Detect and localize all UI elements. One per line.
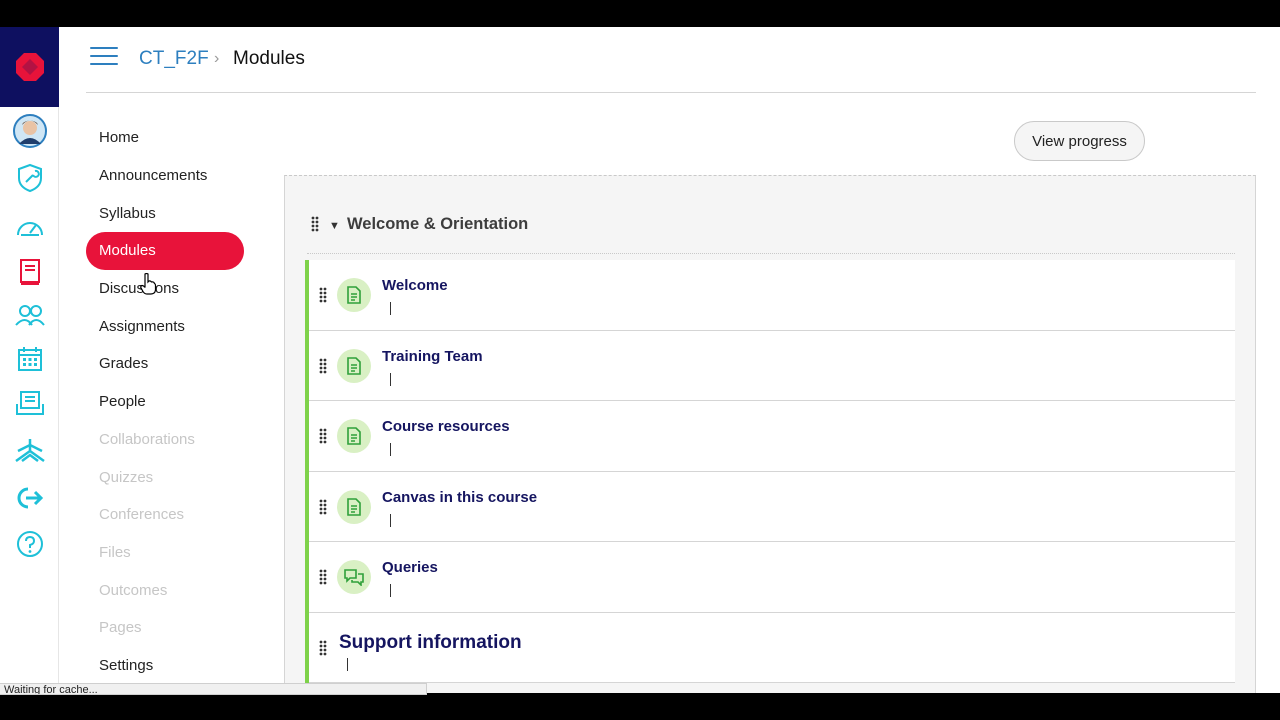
drag-handle-icon[interactable]: [319, 358, 327, 379]
module-item[interactable]: Welcome: [309, 260, 1235, 331]
drag-handle-icon[interactable]: [311, 216, 319, 232]
drag-handle-icon[interactable]: [319, 287, 327, 308]
drag-handle-icon[interactable]: [319, 640, 327, 661]
browser-viewport: CT_F2F › Modules Home Announcements Syll…: [0, 27, 1280, 693]
module-header[interactable]: ▼ Welcome & Orientation: [285, 176, 1257, 254]
module-subheader[interactable]: Support information: [309, 613, 1235, 683]
admin-nav[interactable]: [0, 158, 59, 198]
course-nav-outcomes[interactable]: Outcomes: [86, 571, 256, 609]
collapse-caret-icon[interactable]: ▼: [329, 220, 340, 232]
course-nav-collaborations[interactable]: Collaborations: [86, 421, 256, 459]
global-navigation: [0, 27, 59, 693]
module-item[interactable]: Canvas in this course: [309, 472, 1235, 542]
course-nav-announcements[interactable]: Announcements: [86, 157, 256, 195]
courses-nav[interactable]: [0, 252, 59, 292]
module-items-list: Welcome Training Team Course resources Canv…: [305, 260, 1235, 683]
institution-logo[interactable]: [0, 27, 59, 107]
course-navigation: Home Announcements Syllabus Modules Disc…: [86, 119, 256, 684]
logout-arrow-icon: [17, 487, 43, 509]
drag-handle-icon[interactable]: [319, 499, 327, 520]
view-progress-button[interactable]: View progress: [1014, 121, 1145, 161]
course-nav-quizzes[interactable]: Quizzes: [86, 458, 256, 496]
breadcrumb-current: Modules: [233, 48, 305, 69]
module-item-title[interactable]: Welcome: [382, 277, 448, 294]
inbox-nav[interactable]: [0, 383, 59, 423]
course-nav-assignments[interactable]: Assignments: [86, 307, 256, 345]
inbox-icon: [15, 391, 44, 415]
commons-nav[interactable]: [0, 430, 59, 470]
browser-status-bar: Waiting for cache...: [0, 683, 427, 695]
drag-handle-icon[interactable]: [319, 428, 327, 449]
course-nav-home[interactable]: Home: [86, 119, 256, 157]
drag-handle-icon[interactable]: [319, 569, 327, 590]
item-details-separator: [390, 584, 391, 597]
page-icon: [337, 419, 371, 453]
course-nav-conferences[interactable]: Conferences: [86, 496, 256, 534]
course-nav-discussions[interactable]: Discussions: [86, 270, 256, 308]
course-nav-modules[interactable]: Modules: [86, 232, 244, 270]
course-nav-people[interactable]: People: [86, 383, 256, 421]
page-icon: [337, 278, 371, 312]
course-nav-settings[interactable]: Settings: [86, 647, 256, 685]
module-title: Welcome & Orientation: [347, 215, 529, 233]
item-details-separator: [347, 657, 348, 671]
book-icon: [19, 259, 40, 285]
hamburger-menu-icon[interactable]: [90, 47, 118, 71]
module-subheader-title: Support information: [339, 631, 522, 653]
calendar-icon: [17, 347, 42, 371]
account-avatar[interactable]: [0, 111, 59, 151]
module-item-title[interactable]: Canvas in this course: [382, 489, 537, 506]
page-icon: [337, 489, 371, 524]
module-item-title[interactable]: Queries: [382, 559, 438, 576]
item-details-separator: [390, 372, 391, 386]
module-divider: [307, 253, 1235, 254]
module-item[interactable]: Course resources: [309, 401, 1235, 472]
item-details-separator: [390, 302, 391, 315]
help-nav[interactable]: [0, 524, 59, 564]
groups-nav[interactable]: [0, 295, 59, 335]
course-nav-grades[interactable]: Grades: [86, 345, 256, 383]
people-icon: [14, 305, 45, 326]
breadcrumb-separator: ›: [214, 50, 220, 67]
module-container: ▼ Welcome & Orientation Welcome Training …: [284, 175, 1256, 693]
page-icon: [337, 348, 371, 383]
module-item[interactable]: Training Team: [309, 331, 1235, 401]
dashboard-nav[interactable]: [0, 207, 59, 247]
page-header: CT_F2F › Modules: [86, 27, 1256, 93]
item-details-separator: [390, 513, 391, 527]
breadcrumb-course-link[interactable]: CT_F2F: [139, 48, 209, 70]
shield-wrench-icon: [17, 163, 42, 193]
module-item-title[interactable]: Training Team: [382, 348, 483, 365]
module-item[interactable]: Queries: [309, 542, 1235, 613]
course-nav-pages[interactable]: Pages: [86, 609, 256, 647]
item-details-separator: [390, 443, 391, 456]
commons-icon: [14, 439, 45, 463]
speedometer-icon: [16, 222, 43, 236]
course-nav-syllabus[interactable]: Syllabus: [86, 194, 256, 232]
calendar-nav[interactable]: [0, 339, 59, 379]
hand-pointer-cursor-icon: [140, 273, 156, 295]
discussion-icon: [337, 560, 371, 594]
course-nav-files[interactable]: Files: [86, 534, 256, 572]
logo-icon: [15, 53, 44, 81]
module-item-title[interactable]: Course resources: [382, 418, 510, 435]
help-icon: [16, 531, 43, 557]
avatar-icon: [12, 114, 47, 148]
logout-nav[interactable]: [0, 478, 59, 518]
